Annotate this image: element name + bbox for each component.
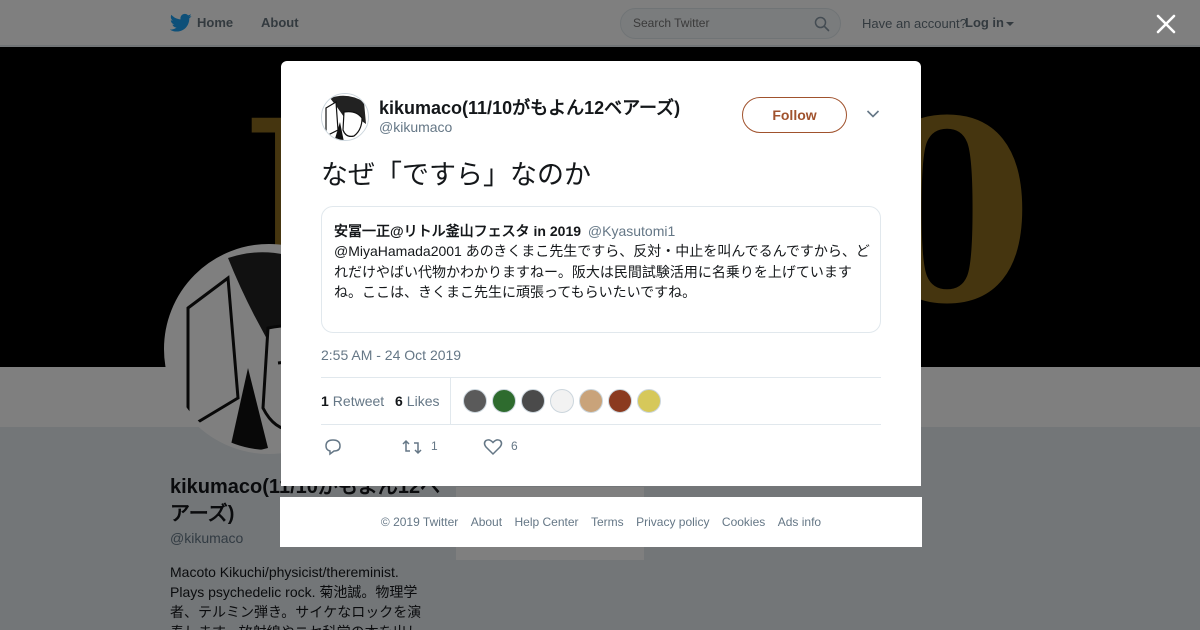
chevron-down-icon[interactable] xyxy=(866,109,880,119)
tweet-actions: 1 6 xyxy=(321,437,621,457)
author-avatar[interactable] xyxy=(321,93,369,141)
tweet-text: なぜ「ですら」なのか xyxy=(321,160,591,190)
like-count: 6 xyxy=(511,439,518,453)
quoted-tweet[interactable]: 安冨一正@リトル釜山フェスタ in 2019 @Kyasutomi1 @Miya… xyxy=(321,206,881,333)
liker-avatar[interactable] xyxy=(579,389,603,413)
tweet-stats: 1 Retweet 6 Likes xyxy=(321,377,881,425)
heart-icon[interactable] xyxy=(483,437,503,457)
retweet-icon[interactable] xyxy=(401,437,423,457)
stats-divider xyxy=(450,378,451,425)
quoted-author-handle: @Kyasutomi1 xyxy=(587,223,676,239)
likes-stat-count: 6 xyxy=(395,393,403,409)
likes-stat[interactable]: 6 Likes xyxy=(395,393,439,409)
likes-stat-label: Likes xyxy=(406,393,440,409)
author-handle[interactable]: @kikumaco xyxy=(379,119,452,135)
reply-icon[interactable] xyxy=(323,437,343,457)
liker-avatar[interactable] xyxy=(463,389,487,413)
tweet-timestamp[interactable]: 2:55 AM - 24 Oct 2019 xyxy=(321,347,461,363)
footer-link-privacy[interactable]: Privacy policy xyxy=(636,515,709,529)
liker-avatar[interactable] xyxy=(492,389,516,413)
retweet-stat-count: 1 xyxy=(321,393,329,409)
footer-copyright: © 2019 Twitter xyxy=(380,515,459,529)
author-avatar-illustration xyxy=(322,94,368,140)
modal-footer: © 2019 Twitter About Help Center Terms P… xyxy=(280,497,922,547)
liker-avatar[interactable] xyxy=(608,389,632,413)
close-icon[interactable] xyxy=(1153,11,1179,37)
footer-link-help-center[interactable]: Help Center xyxy=(515,515,579,529)
quoted-tweet-text: @MiyaHamada2001 あのきくまこ先生ですら、反対・中止を叫んでるんで… xyxy=(334,243,870,300)
retweet-stat[interactable]: 1 Retweet xyxy=(321,393,384,409)
author-name[interactable]: kikumaco(11/10がもよん12ベアーズ) xyxy=(379,94,680,120)
quoted-author-name: 安冨一正@リトル釜山フェスタ in 2019 xyxy=(334,223,582,239)
quoted-tweet-header: 安冨一正@リトル釜山フェスタ in 2019 @Kyasutomi1 xyxy=(334,221,675,241)
footer-link-ads-info[interactable]: Ads info xyxy=(778,515,821,529)
retweet-count: 1 xyxy=(431,439,438,453)
retweet-stat-label: Retweet xyxy=(332,393,385,409)
footer-link-terms[interactable]: Terms xyxy=(591,515,624,529)
liker-avatar[interactable] xyxy=(550,389,574,413)
liker-avatar[interactable] xyxy=(637,389,661,413)
footer-link-about[interactable]: About xyxy=(471,515,502,529)
tweet-modal: kikumaco(11/10がもよん12ベアーズ) @kikumaco Foll… xyxy=(281,61,921,486)
follow-button[interactable]: Follow xyxy=(742,97,847,133)
liker-avatar[interactable] xyxy=(521,389,545,413)
footer-link-cookies[interactable]: Cookies xyxy=(722,515,765,529)
